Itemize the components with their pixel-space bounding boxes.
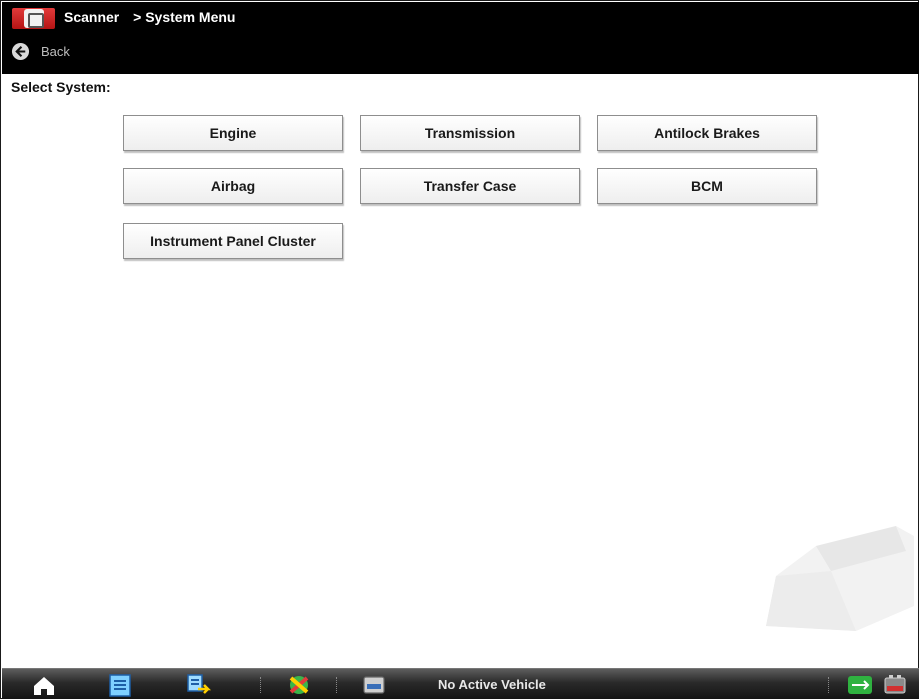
system-button-airbag[interactable]: Airbag: [123, 168, 343, 204]
breadcrumb-scanner[interactable]: Scanner: [64, 9, 119, 25]
breadcrumb: Scanner > System Menu: [64, 9, 245, 25]
scanner-app-icon[interactable]: [12, 8, 55, 29]
system-button-antilock-brakes[interactable]: Antilock Brakes: [597, 115, 817, 151]
system-button-engine[interactable]: Engine: [123, 115, 343, 151]
connection-status-icon[interactable]: [846, 672, 874, 698]
back-label: Back: [41, 44, 70, 59]
vehicle-watermark-graphic: [766, 526, 914, 631]
system-button-bcm[interactable]: BCM: [597, 168, 817, 204]
system-button-transfer-case[interactable]: Transfer Case: [360, 168, 580, 204]
vehicle-id-icon[interactable]: [360, 672, 388, 698]
breadcrumb-system-menu: > System Menu: [133, 9, 236, 25]
home-icon[interactable]: [30, 672, 58, 698]
app-window: Scanner > System Menu Back Select System…: [0, 0, 919, 699]
back-button[interactable]: Back: [11, 42, 70, 61]
system-button-transmission[interactable]: Transmission: [360, 115, 580, 151]
system-button-instrument-panel-cluster[interactable]: Instrument Panel Cluster: [123, 223, 343, 259]
back-arrow-icon: [11, 42, 30, 61]
battery-icon[interactable]: [882, 672, 910, 698]
vehicle-status-text: No Active Vehicle: [438, 677, 546, 692]
data-transfer-icon[interactable]: [184, 672, 212, 698]
select-system-label: Select System:: [11, 79, 111, 95]
title-bar: Scanner > System Menu Back: [2, 2, 919, 74]
tools-icon[interactable]: [285, 672, 313, 698]
scanner-list-icon[interactable]: [106, 672, 134, 698]
taskbar: No Active Vehicle: [2, 668, 919, 699]
